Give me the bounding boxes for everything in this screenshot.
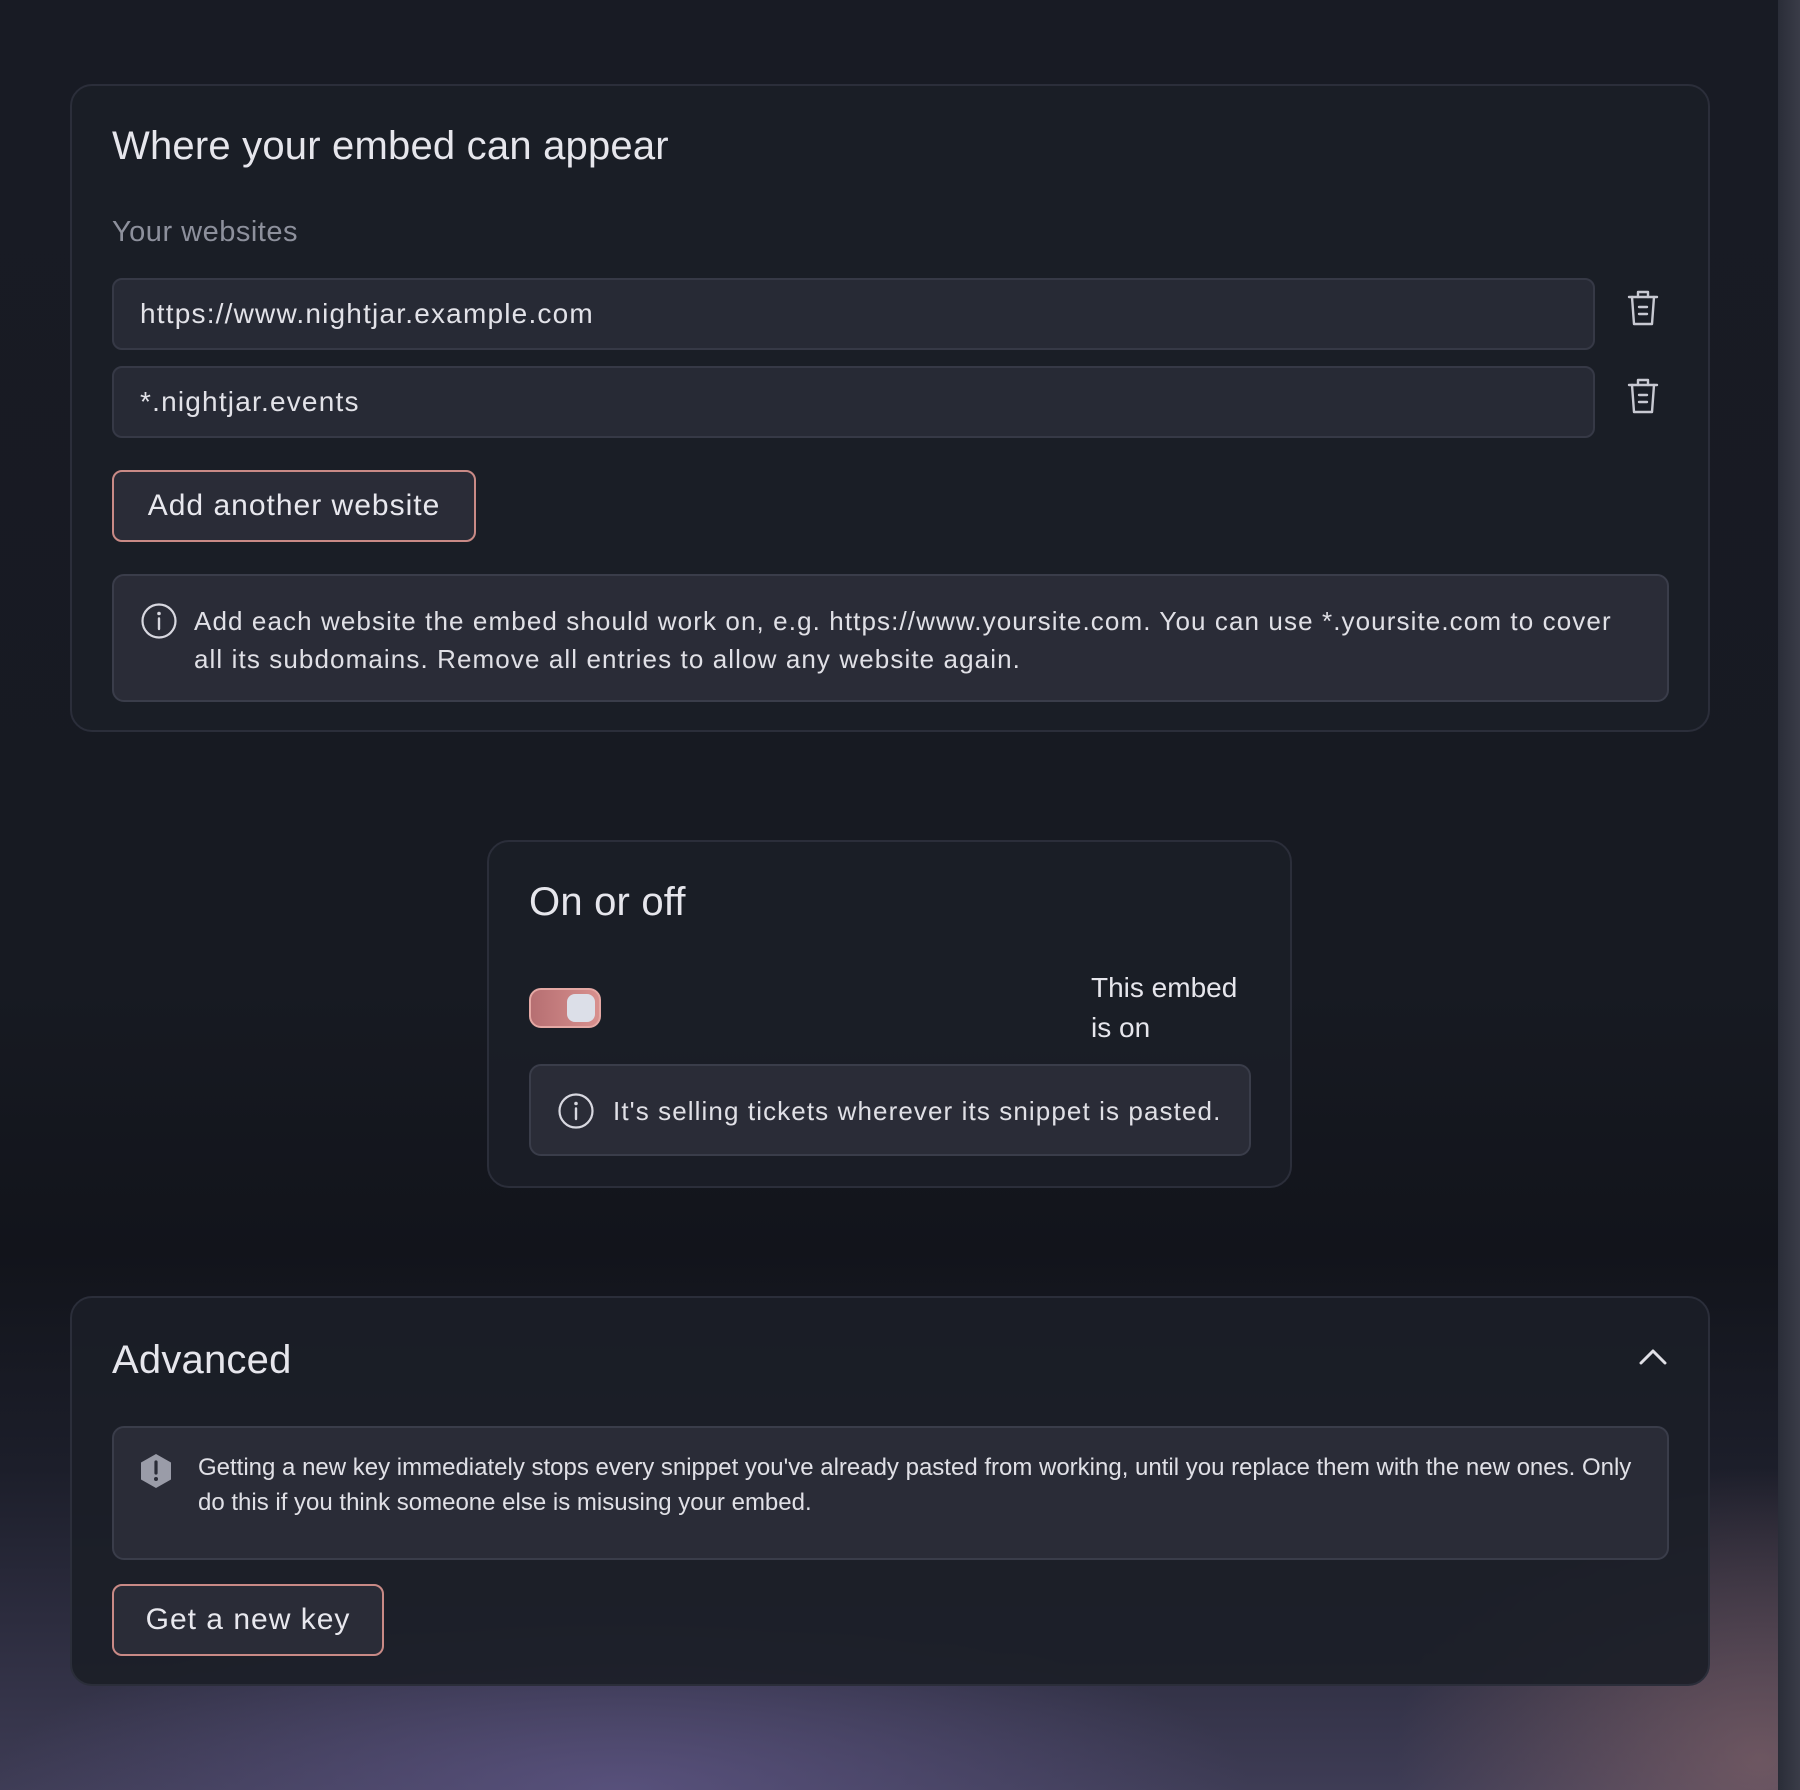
add-website-button[interactable]: Add another website (112, 470, 476, 542)
advanced-card-title: Advanced (112, 1338, 292, 1382)
websites-info-notice: Add each website the embed should work o… (112, 574, 1669, 702)
chevron-up-icon[interactable] (1636, 1346, 1670, 1368)
advanced-card: Advanced Getting a new key immediately s… (70, 1296, 1710, 1686)
status-card: On or off This embed is on It's selling … (487, 840, 1292, 1188)
websites-subtitle: Your websites (112, 216, 298, 248)
info-circle-icon (141, 603, 177, 639)
trash-icon[interactable] (1626, 376, 1660, 416)
status-label: This embed is on (1091, 972, 1238, 1043)
info-circle-icon (558, 1093, 594, 1129)
toggle-knob (567, 994, 595, 1022)
key-warning-notice: Getting a new key immediately stops ever… (112, 1426, 1669, 1560)
key-warning-text: Getting a new key immediately stops ever… (198, 1454, 1632, 1516)
status-card-title: On or off (529, 880, 686, 924)
trash-icon[interactable] (1626, 288, 1660, 328)
websites-card: Where your embed can appear Your website… (70, 84, 1710, 732)
website-input-2[interactable] (112, 366, 1595, 438)
warning-hexagon-icon (141, 1454, 171, 1488)
status-info-text: It's selling tickets wherever its snippe… (613, 1096, 1222, 1126)
websites-card-title: Where your embed can appear (112, 124, 669, 168)
scrollbar-track[interactable] (1778, 0, 1800, 1790)
websites-info-text: Add each website the embed should work o… (194, 606, 1612, 674)
embed-toggle[interactable] (529, 988, 601, 1028)
get-new-key-button[interactable]: Get a new key (112, 1584, 384, 1656)
status-info-notice: It's selling tickets wherever its snippe… (529, 1064, 1251, 1156)
website-input-1[interactable] (112, 278, 1595, 350)
